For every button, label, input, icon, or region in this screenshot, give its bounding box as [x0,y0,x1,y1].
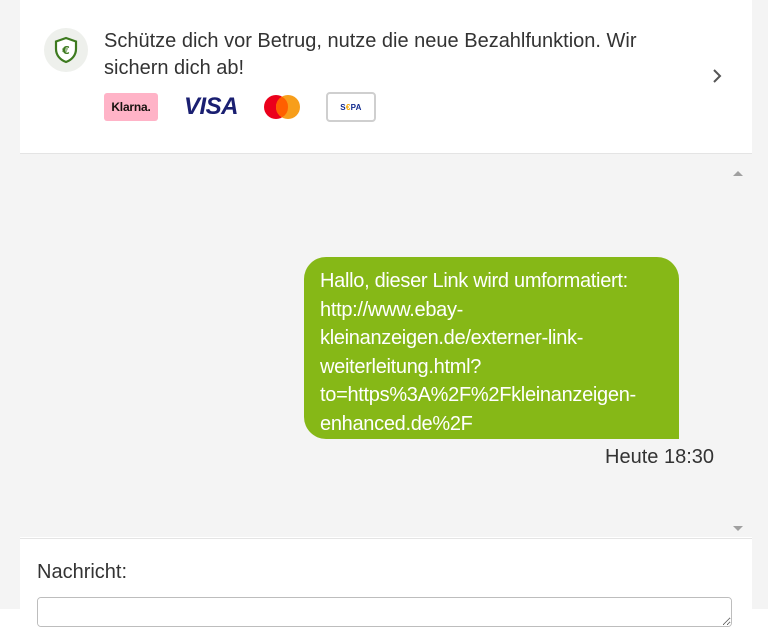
right-gutter [752,0,768,609]
message-bubble-outgoing[interactable]: Hallo, dieser Link wird umformatiert: ht… [304,257,679,439]
banner-text: Schütze dich vor Betrug, nutze die neue … [104,30,637,79]
payment-logos: Klarna. VISA S € PA [104,92,377,122]
sepa-logo-suffix: PA [350,102,362,112]
klarna-logo: Klarna. [104,93,158,121]
scroll-up-arrow-icon[interactable] [732,164,744,176]
left-gutter [0,0,20,609]
mastercard-logo [262,93,302,121]
visa-logo: VISA [184,93,239,120]
shield-euro-icon: € [44,28,88,72]
message-input[interactable] [37,597,732,627]
chat-thread[interactable]: Hallo, dieser Link wird umformatiert: ht… [20,154,752,537]
sepa-logo: S € PA [326,92,377,122]
payment-protection-banner[interactable]: € Schütze dich vor Betrug, nutze die neu… [20,0,752,154]
message-label: Nachricht: [37,561,128,583]
message-timestamp: Heute 18:30 [605,446,714,468]
svg-text:€: € [61,44,70,57]
scroll-down-arrow-icon[interactable] [732,520,744,531]
message-composer: Nachricht: [20,538,752,627]
chevron-right-icon[interactable] [708,66,726,86]
